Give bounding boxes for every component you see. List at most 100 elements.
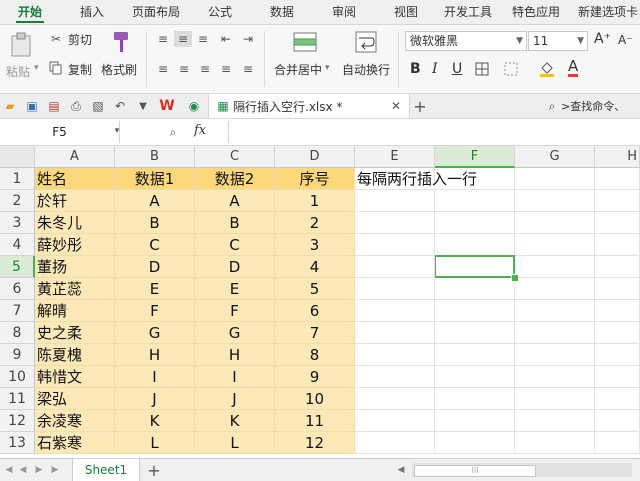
align-bottom-icon[interactable]: ≡ bbox=[195, 31, 211, 47]
document-tab[interactable]: ▦ 隔行插入空行.xlsx * ✕ bbox=[208, 94, 410, 118]
row-header[interactable]: 8 bbox=[0, 322, 35, 344]
more-dropdown-icon[interactable]: ▼ bbox=[136, 98, 150, 114]
tab-formulas[interactable]: 公式 bbox=[208, 0, 232, 24]
cell-e2[interactable] bbox=[355, 190, 435, 212]
cell-e7[interactable] bbox=[355, 300, 435, 322]
align-middle-icon[interactable]: ≡ bbox=[174, 31, 192, 47]
column-header[interactable]: G bbox=[515, 146, 595, 168]
cell-b11[interactable]: J bbox=[115, 388, 195, 410]
cell-f11[interactable] bbox=[435, 388, 515, 410]
fill-handle[interactable] bbox=[511, 274, 519, 282]
column-header[interactable]: A bbox=[35, 146, 115, 168]
cell-a2[interactable]: 於轩 bbox=[35, 190, 115, 212]
cell-f3[interactable] bbox=[435, 212, 515, 234]
select-all-corner[interactable] bbox=[0, 146, 35, 168]
cell-f4[interactable] bbox=[435, 234, 515, 256]
command-search[interactable]: >查找命令、 bbox=[561, 98, 625, 114]
cell-b5[interactable]: D bbox=[115, 256, 195, 278]
wrap-text-button[interactable]: 自动换行 bbox=[342, 61, 390, 78]
cell-a6[interactable]: 黄芷蕊 bbox=[35, 278, 115, 300]
cell-g1[interactable] bbox=[515, 168, 595, 190]
cell-d12[interactable]: 11 bbox=[275, 410, 355, 432]
cell-c6[interactable]: E bbox=[195, 278, 275, 300]
cell-c13[interactable]: L bbox=[195, 432, 275, 454]
tab-new[interactable]: 新建选项卡 bbox=[578, 0, 638, 24]
cell-e1[interactable]: 每隔两行插入一行 bbox=[355, 168, 477, 190]
cell-e11[interactable] bbox=[355, 388, 435, 410]
cell-f9[interactable] bbox=[435, 344, 515, 366]
cell-f8[interactable] bbox=[435, 322, 515, 344]
font-color-button[interactable]: A bbox=[568, 58, 579, 77]
cell-f7[interactable] bbox=[435, 300, 515, 322]
cell-c10[interactable]: I bbox=[195, 366, 275, 388]
cell-h7[interactable] bbox=[595, 300, 640, 322]
open-folder-icon[interactable]: ▰ bbox=[2, 98, 18, 114]
prev-sheet-icon[interactable]: ◀ bbox=[18, 462, 28, 478]
scrollbar-thumb[interactable]: III bbox=[414, 465, 536, 477]
cell-g8[interactable] bbox=[515, 322, 595, 344]
sheet-tab-sheet1[interactable]: Sheet1 bbox=[72, 459, 140, 481]
print-preview-icon[interactable]: ▧ bbox=[90, 98, 106, 114]
indent-decrease-icon[interactable]: ⇤ bbox=[218, 31, 234, 47]
column-header[interactable]: B bbox=[115, 146, 195, 168]
cell-d6[interactable]: 5 bbox=[275, 278, 355, 300]
distributed-icon[interactable]: ≡ bbox=[240, 61, 256, 77]
function-button[interactable]: fx bbox=[194, 123, 206, 138]
cell-d5[interactable]: 4 bbox=[275, 256, 355, 278]
cell-c9[interactable]: H bbox=[195, 344, 275, 366]
row-header[interactable]: 12 bbox=[0, 410, 35, 432]
row-header[interactable]: 6 bbox=[0, 278, 35, 300]
italic-button[interactable]: I bbox=[432, 61, 438, 77]
row-header[interactable]: 1 bbox=[0, 168, 35, 190]
cell-h5[interactable] bbox=[595, 256, 640, 278]
row-header[interactable]: 13 bbox=[0, 432, 35, 454]
active-cell-selection[interactable] bbox=[434, 255, 515, 278]
cell-d9[interactable]: 8 bbox=[275, 344, 355, 366]
cell-h1[interactable] bbox=[595, 168, 640, 190]
cell-h6[interactable] bbox=[595, 278, 640, 300]
bold-button[interactable]: B bbox=[410, 61, 421, 77]
cell-g2[interactable] bbox=[515, 190, 595, 212]
row-header[interactable]: 4 bbox=[0, 234, 35, 256]
cell-c12[interactable]: K bbox=[195, 410, 275, 432]
tab-data[interactable]: 数据 bbox=[270, 0, 294, 24]
tab-developer[interactable]: 开发工具 bbox=[444, 0, 492, 24]
cell-h3[interactable] bbox=[595, 212, 640, 234]
cell-c11[interactable]: J bbox=[195, 388, 275, 410]
copy-button[interactable]: 复制 bbox=[68, 61, 92, 78]
cell-a1[interactable]: 姓名 bbox=[35, 168, 115, 190]
row-header[interactable]: 5 bbox=[0, 256, 35, 278]
cloud-icon[interactable]: ◉ bbox=[186, 98, 202, 114]
cell-e5[interactable] bbox=[355, 256, 435, 278]
cell-f6[interactable] bbox=[435, 278, 515, 300]
cell-c4[interactable]: C bbox=[195, 234, 275, 256]
paste-icon[interactable] bbox=[8, 31, 34, 59]
cell-g13[interactable] bbox=[515, 432, 595, 454]
tab-page-layout[interactable]: 页面布局 bbox=[132, 0, 180, 24]
formula-input[interactable] bbox=[228, 121, 639, 143]
cell-d11[interactable]: 10 bbox=[275, 388, 355, 410]
first-sheet-icon[interactable]: ◀ bbox=[4, 462, 14, 478]
cell-e12[interactable] bbox=[355, 410, 435, 432]
cell-f13[interactable] bbox=[435, 432, 515, 454]
tab-special[interactable]: 特色应用 bbox=[512, 0, 560, 24]
cell-d4[interactable]: 3 bbox=[275, 234, 355, 256]
cell-c3[interactable]: B bbox=[195, 212, 275, 234]
cell-g10[interactable] bbox=[515, 366, 595, 388]
row-header[interactable]: 7 bbox=[0, 300, 35, 322]
cell-b13[interactable]: L bbox=[115, 432, 195, 454]
cell-a3[interactable]: 朱冬儿 bbox=[35, 212, 115, 234]
cell-d1[interactable]: 序号 bbox=[275, 168, 355, 190]
cell-c5[interactable]: D bbox=[195, 256, 275, 278]
next-sheet-icon[interactable]: ▶ bbox=[34, 462, 44, 478]
indent-increase-icon[interactable]: ⇥ bbox=[240, 31, 256, 47]
cell-a7[interactable]: 解晴 bbox=[35, 300, 115, 322]
wrap-text-icon[interactable] bbox=[353, 29, 379, 55]
align-top-icon[interactable]: ≡ bbox=[155, 31, 171, 47]
tab-review[interactable]: 审阅 bbox=[332, 0, 356, 24]
align-center-icon[interactable]: ≡ bbox=[176, 61, 192, 77]
save-icon[interactable]: ▣ bbox=[24, 98, 40, 114]
cell-g7[interactable] bbox=[515, 300, 595, 322]
cell-b1[interactable]: 数据1 bbox=[115, 168, 195, 190]
shrink-font-button[interactable]: A⁻ bbox=[618, 33, 633, 47]
